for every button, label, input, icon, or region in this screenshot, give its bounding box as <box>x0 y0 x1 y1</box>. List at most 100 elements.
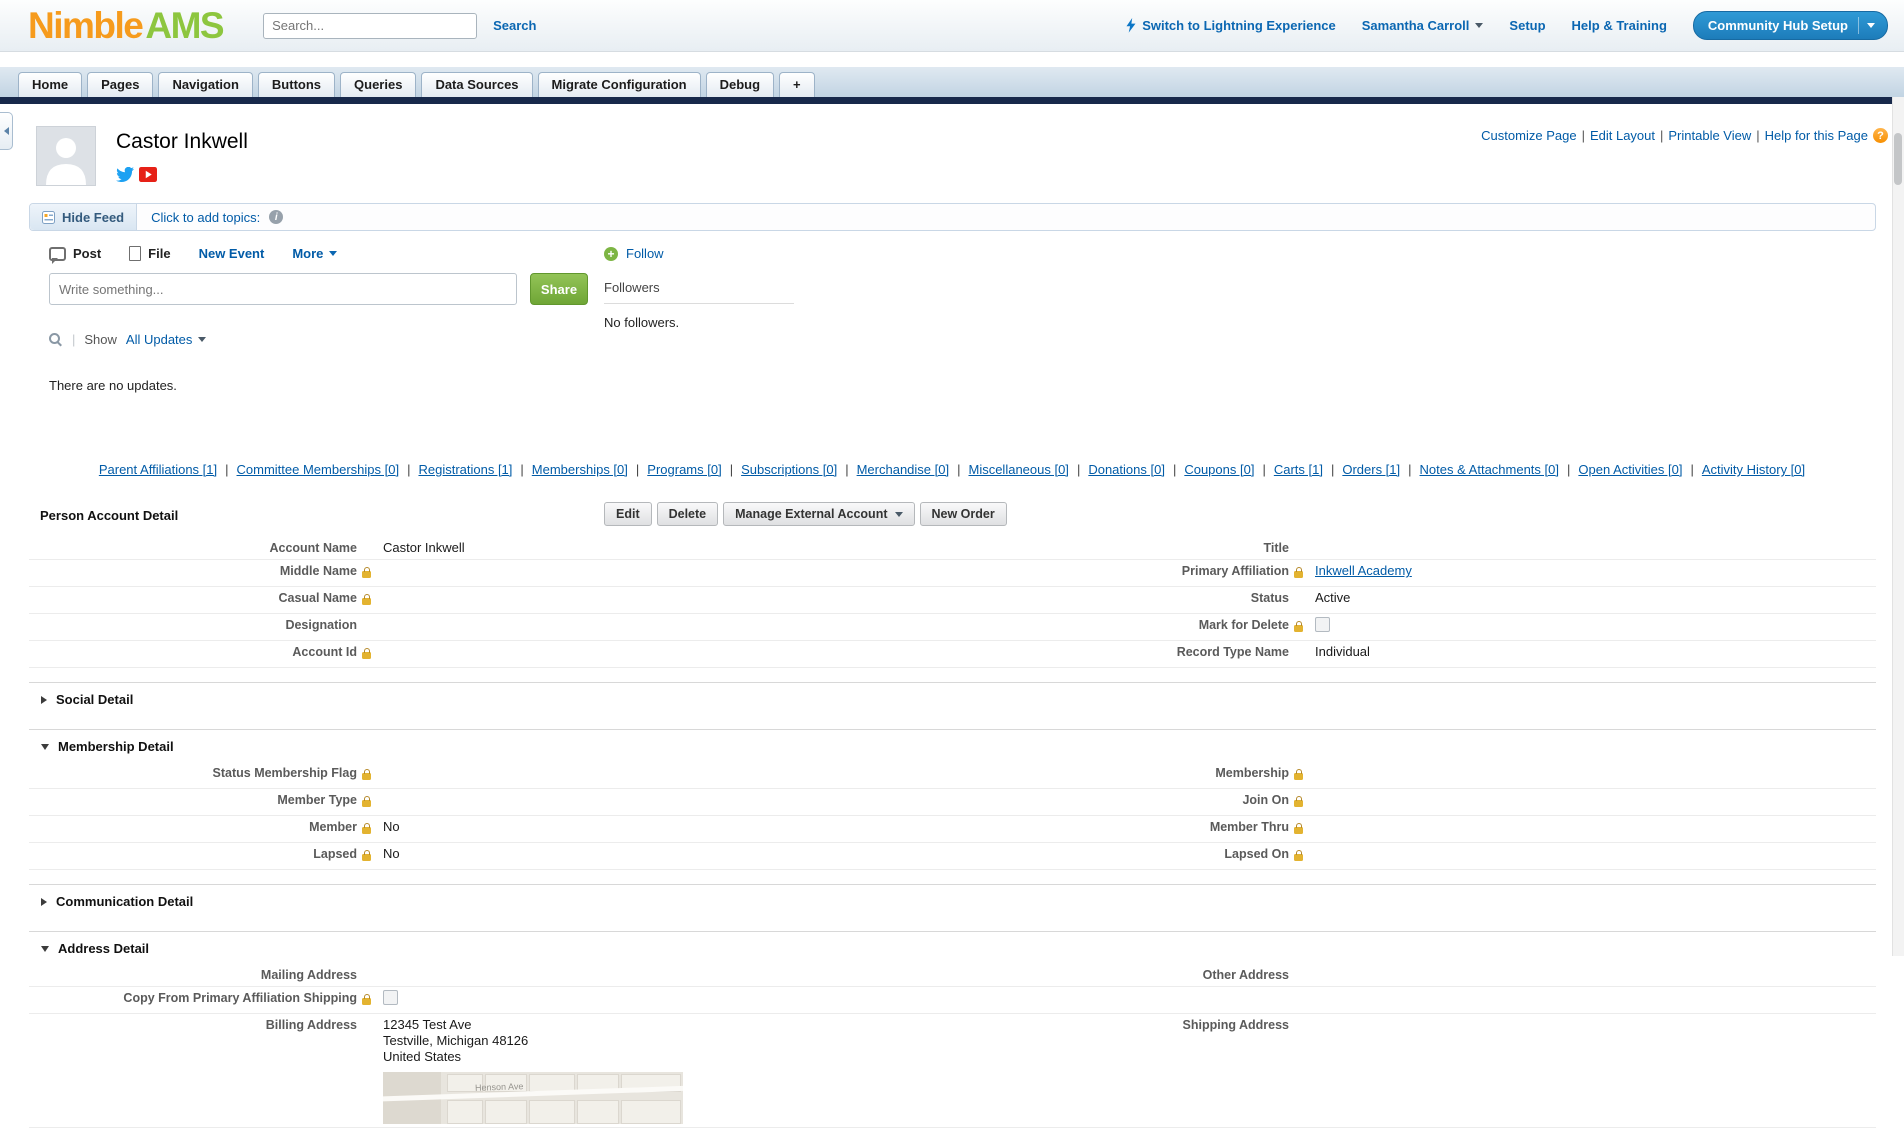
related-list-link-committee-memberships[interactable]: Committee Memberships [0] <box>237 462 400 477</box>
community-hub-setup-button[interactable]: Community Hub Setup <box>1693 11 1888 40</box>
lock-icon <box>362 800 371 807</box>
nav-tab-data-sources[interactable]: Data Sources <box>421 72 532 97</box>
related-list-link-programs[interactable]: Programs [0] <box>647 462 721 477</box>
related-list-link-registrations[interactable]: Registrations [1] <box>418 462 512 477</box>
field-value <box>377 990 989 1009</box>
help-icon[interactable]: ? <box>1873 128 1888 143</box>
switch-to-lightning-link[interactable]: Switch to Lightning Experience <box>1126 18 1336 33</box>
separator: | <box>957 462 960 477</box>
separator: | <box>1567 462 1570 477</box>
expand-icon <box>41 696 47 704</box>
map-block <box>485 1100 527 1124</box>
lock-slot <box>1289 563 1309 583</box>
lock-slot <box>357 846 377 866</box>
field-row: Status Membership FlagMembership <box>29 762 1876 789</box>
lock-icon <box>1294 854 1303 861</box>
global-search: Search <box>263 13 542 39</box>
feed-search-icon[interactable] <box>49 333 63 347</box>
nav-tab-debug[interactable]: Debug <box>706 72 774 97</box>
post-input[interactable] <box>49 273 517 305</box>
no-followers-text: No followers. <box>604 315 794 330</box>
related-list-link-activity-history[interactable]: Activity History [0] <box>1702 462 1805 477</box>
tab-new-event[interactable]: New Event <box>199 246 265 261</box>
scrollbar-thumb[interactable] <box>1894 133 1902 185</box>
add-topics-link[interactable]: Click to add topics: <box>151 210 260 225</box>
edit-layout-link[interactable]: Edit Layout <box>1590 128 1655 143</box>
lock-slot <box>1289 990 1309 992</box>
separator: | <box>1582 128 1585 143</box>
nav-tab-home[interactable]: Home <box>18 72 82 97</box>
field-row: MemberNoMember Thru <box>29 816 1876 843</box>
related-list-link-donations[interactable]: Donations [0] <box>1088 462 1165 477</box>
lock-slot <box>357 644 377 664</box>
help-training-link[interactable]: Help & Training <box>1572 18 1667 33</box>
field-value: Individual <box>1309 644 1876 660</box>
edit-button[interactable]: Edit <box>604 502 652 526</box>
delete-button[interactable]: Delete <box>657 502 719 526</box>
field-label: Member <box>29 819 357 835</box>
address-line: 12345 Test Ave <box>383 1017 989 1033</box>
followers-title: Followers <box>604 280 794 295</box>
field-label: Designation <box>29 617 357 633</box>
help-for-page-link[interactable]: Help for this Page <box>1765 128 1868 143</box>
field-value: Castor Inkwell <box>377 540 989 556</box>
separator: | <box>520 462 523 477</box>
tab-post[interactable]: Post <box>49 246 101 261</box>
lock-slot <box>1289 1017 1309 1019</box>
manage-external-account-button[interactable]: Manage External Account <box>723 502 914 526</box>
detail-title: Person Account Detail <box>40 508 178 523</box>
nav-tab-buttons[interactable]: Buttons <box>258 72 335 97</box>
info-icon[interactable]: i <box>269 210 283 224</box>
nav-tab-migrate-configuration[interactable]: Migrate Configuration <box>538 72 701 97</box>
related-list-link-coupons[interactable]: Coupons [0] <box>1184 462 1254 477</box>
user-menu[interactable]: Samantha Carroll <box>1362 18 1484 33</box>
setup-link[interactable]: Setup <box>1509 18 1545 33</box>
lightning-icon <box>1126 18 1136 33</box>
lock-slot <box>1289 617 1309 637</box>
hide-feed-button[interactable]: Hide Feed <box>30 204 137 230</box>
related-list-link-parent-affiliations[interactable]: Parent Affiliations [1] <box>99 462 217 477</box>
record-header: Castor Inkwell Customize Page | Edit Lay… <box>0 104 1904 186</box>
nav-tab-pages[interactable]: Pages <box>87 72 153 97</box>
section-header-social-detail[interactable]: Social Detail <box>29 682 1876 715</box>
tab-file[interactable]: File <box>129 246 170 261</box>
share-button[interactable]: Share <box>530 273 588 305</box>
field-label: Shipping Address <box>989 1017 1289 1033</box>
nav-tab-queries[interactable]: Queries <box>340 72 416 97</box>
field-label: Record Type Name <box>989 644 1289 660</box>
related-list-link-notes-attachments[interactable]: Notes & Attachments [0] <box>1420 462 1559 477</box>
related-list-link-memberships[interactable]: Memberships [0] <box>532 462 628 477</box>
followers-panel: + Follow Followers No followers. <box>604 246 794 330</box>
section-header-address-detail[interactable]: Address Detail <box>29 931 1876 964</box>
nav-tab-navigation[interactable]: Navigation <box>158 72 252 97</box>
customize-page-link[interactable]: Customize Page <box>1481 128 1576 143</box>
follow-button[interactable]: Follow <box>626 246 664 261</box>
youtube-icon[interactable] <box>139 167 157 182</box>
field-value-link[interactable]: Inkwell Academy <box>1315 563 1412 578</box>
search-input[interactable] <box>263 13 477 39</box>
related-list-link-miscellaneous[interactable]: Miscellaneous [0] <box>968 462 1068 477</box>
related-list-link-merchandise[interactable]: Merchandise [0] <box>857 462 950 477</box>
related-list-link-subscriptions[interactable]: Subscriptions [0] <box>741 462 837 477</box>
no-updates-text: There are no updates. <box>49 378 1904 393</box>
nav-tab-add[interactable]: + <box>779 72 815 97</box>
more-menu[interactable]: More <box>292 246 337 261</box>
feed-filter-dropdown[interactable]: All Updates <box>126 332 206 347</box>
lock-icon <box>362 827 371 834</box>
expand-icon <box>41 898 47 906</box>
twitter-icon[interactable] <box>116 167 134 182</box>
lock-icon <box>1294 625 1303 632</box>
section-header-membership-detail[interactable]: Membership Detail <box>29 729 1876 762</box>
search-button[interactable]: Search <box>487 17 542 34</box>
vertical-scrollbar[interactable] <box>1892 97 1904 956</box>
related-list-link-open-activities[interactable]: Open Activities [0] <box>1578 462 1682 477</box>
printable-view-link[interactable]: Printable View <box>1668 128 1751 143</box>
related-list-link-orders[interactable]: Orders [1] <box>1342 462 1400 477</box>
checkbox-unchecked <box>1315 617 1330 632</box>
field-value: No <box>377 846 989 862</box>
new-order-button[interactable]: New Order <box>920 502 1007 526</box>
sidebar-collapse-handle[interactable] <box>0 112 13 150</box>
lock-slot <box>1289 792 1309 812</box>
related-list-link-carts[interactable]: Carts [1] <box>1274 462 1323 477</box>
section-header-communication-detail[interactable]: Communication Detail <box>29 884 1876 917</box>
